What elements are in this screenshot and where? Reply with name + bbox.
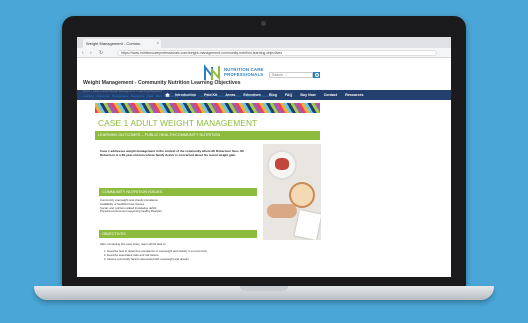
food-photo xyxy=(263,144,321,240)
breadcrumb[interactable]: Home / Case 1 Adult Weight Management / … xyxy=(83,89,162,93)
logo-text[interactable]: NUTRITION CARE PROFESSIONALS xyxy=(224,67,264,77)
nav-item-faq[interactable]: FAQ xyxy=(285,93,292,97)
community-issues-heading: COMMUNITY NUTRITION ISSUES xyxy=(99,188,257,196)
browser-tab[interactable]: Weight Management - Commu × xyxy=(83,39,161,48)
search-button[interactable] xyxy=(313,72,320,78)
bowl-shape xyxy=(291,184,313,206)
pattern-banner xyxy=(95,103,320,113)
objectives-heading: OBJECTIVES xyxy=(99,230,257,238)
list-item: 3. Assess community factors associated w… xyxy=(104,256,190,261)
close-icon[interactable]: × xyxy=(157,40,159,45)
objectives-intro: After completing this case study, users … xyxy=(100,242,167,246)
address-row: ‹ › ↻ https://www.nutritioncareprofessio… xyxy=(77,48,451,58)
search-input[interactable]: Search ... xyxy=(269,72,313,78)
page-title: Weight Management - Community Nutrition … xyxy=(83,80,241,86)
list-item: Physical environment supporting healthy … xyxy=(100,209,162,214)
logo-line-2: PROFESSIONALS xyxy=(224,72,264,77)
issues-list: Community overweight and obesity prevale… xyxy=(100,198,254,214)
nav-item-buy-now[interactable]: Buy Now xyxy=(300,93,315,97)
nav-item-resources[interactable]: Resources xyxy=(345,93,363,97)
objectives-list: 1. Describe how to determine prevalence … xyxy=(104,249,254,261)
url-bar[interactable]: https://www.nutritioncareprofessionals.c… xyxy=(117,50,437,56)
notebook-shape xyxy=(294,209,321,240)
reload-icon[interactable]: ↻ xyxy=(99,50,103,56)
camera-icon xyxy=(261,21,266,26)
hand-shape xyxy=(267,204,297,218)
learning-outcomes-heading: LEARNING OUTCOMES – PUBLIC HEALTH/COMMUN… xyxy=(95,131,320,140)
nav-item-contact[interactable]: Contact xyxy=(324,93,337,97)
case-intro: Case 1 addresses weight management in th… xyxy=(100,149,244,157)
laptop-base xyxy=(34,286,494,300)
browser-tab-strip: Weight Management - Commu × xyxy=(77,37,451,48)
case-title: CASE 1 ADULT WEIGHT MANAGEMENT xyxy=(98,118,258,128)
laptop-notch xyxy=(240,286,288,291)
forward-icon[interactable]: › xyxy=(90,50,92,56)
back-icon[interactable]: ‹ xyxy=(82,50,84,56)
sub-navigation[interactable]: Learning Outcomes Perspectives Resources… xyxy=(83,94,273,98)
tab-title: Weight Management - Commu xyxy=(86,41,141,46)
food-shape xyxy=(275,158,289,170)
